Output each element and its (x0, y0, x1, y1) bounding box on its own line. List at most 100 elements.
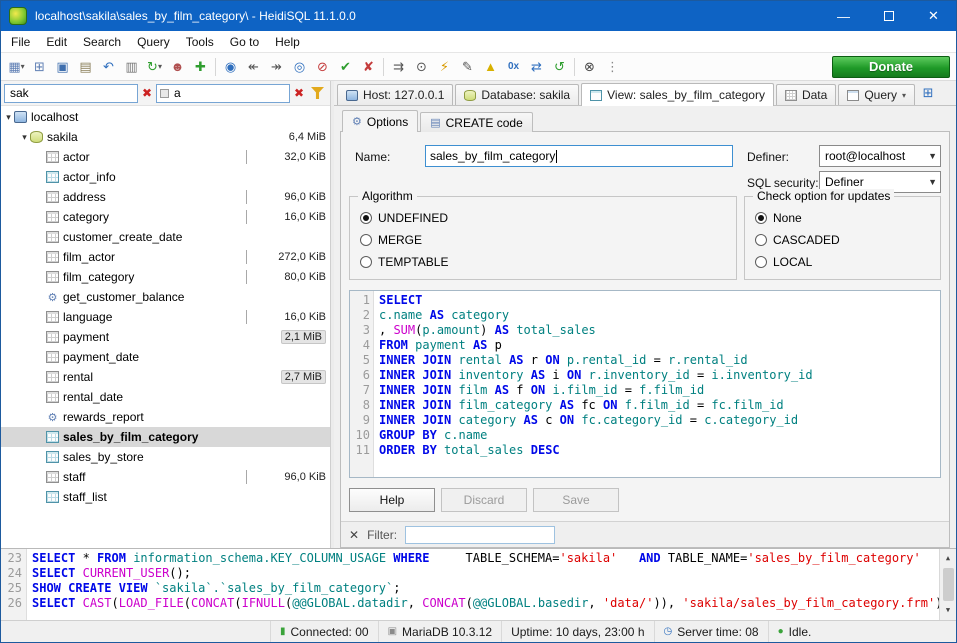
menu-help[interactable]: Help (267, 31, 308, 52)
paste-icon[interactable]: ▤ (74, 56, 97, 78)
subtab-create-code[interactable]: ▤CREATE code (420, 112, 533, 132)
edit-icon-glyph: ✎ (462, 60, 473, 73)
table-filter-funnel-icon[interactable] (311, 87, 324, 99)
radio-none[interactable]: None (755, 207, 930, 229)
log-scrollbar[interactable]: ▲ ▼ (939, 549, 956, 620)
go-first-icon[interactable]: ↞ (242, 56, 265, 78)
scroll-up-icon[interactable]: ▲ (946, 551, 950, 566)
export-icon[interactable]: ⇉ (387, 56, 410, 78)
grip-icon[interactable]: ⋮ (601, 56, 624, 78)
expand-arrow-icon[interactable]: ▾ (19, 132, 30, 143)
scroll-down-icon[interactable]: ▼ (946, 603, 950, 618)
scroll-thumb[interactable] (943, 568, 954, 601)
flash-icon-glyph: ⚡ (440, 60, 449, 73)
log-code[interactable]: SELECT * FROM information_schema.KEY_COL… (27, 549, 939, 620)
user-manager-icon[interactable]: ☻ (166, 56, 189, 78)
radio-local[interactable]: LOCAL (755, 251, 930, 273)
donate-button[interactable]: Donate (832, 56, 950, 78)
menu-file[interactable]: File (3, 31, 38, 52)
grid-filter-input[interactable] (405, 526, 555, 544)
session-filter-input[interactable] (8, 85, 134, 101)
tree-item-localhost[interactable]: ▾localhost (1, 107, 330, 127)
commit-icon[interactable]: ✔ (334, 56, 357, 78)
expand-arrow-icon[interactable]: ▾ (3, 112, 14, 123)
tree-item-get_customer_balance[interactable]: ⚙get_customer_balance (1, 287, 330, 307)
clear-filter-icon[interactable]: ✖ (292, 86, 306, 100)
rollback-icon[interactable]: ✘ (357, 56, 380, 78)
copy-icon[interactable]: ▣ (51, 56, 74, 78)
menu-query[interactable]: Query (129, 31, 178, 52)
stop-icon[interactable]: ⊘ (311, 56, 334, 78)
menu-search[interactable]: Search (75, 31, 129, 52)
size-bar: 2,7 MiB (281, 370, 326, 384)
sql-editor-code[interactable]: SELECTc.name AS category, SUM(p.amount) … (374, 291, 940, 477)
tree-item-rewards_report[interactable]: ⚙rewards_report (1, 407, 330, 427)
tree-item-customer_create_date[interactable]: customer_create_date (1, 227, 330, 247)
tree-item-address[interactable]: address96,0 KiB (1, 187, 330, 207)
radio-undefined[interactable]: UNDEFINED (360, 207, 726, 229)
menu-go-to[interactable]: Go to (222, 31, 267, 52)
cancel-icon[interactable]: ⊗ (578, 56, 601, 78)
tab-host[interactable]: Host: 127.0.0.1 (337, 84, 453, 105)
print-icon[interactable]: ▥ (120, 56, 143, 78)
tab-database[interactable]: Database: sakila (455, 84, 579, 105)
data-filter-bar: ✕ Filter: (341, 521, 949, 547)
radio-temptable[interactable]: TEMPTABLE (360, 251, 726, 273)
tree-item-language[interactable]: language16,0 KiB (1, 307, 330, 327)
table-filter-input[interactable] (172, 85, 286, 101)
flash-icon[interactable]: ⚡ (433, 56, 456, 78)
tree-item-actor_info[interactable]: actor_info (1, 167, 330, 187)
minimize-button[interactable]: — (821, 1, 866, 31)
close-filter-icon[interactable]: ✕ (349, 528, 359, 542)
tree-item-payment_date[interactable]: payment_date (1, 347, 330, 367)
connect-icon[interactable]: ◉ (219, 56, 242, 78)
discard-button[interactable]: Discard (441, 488, 527, 512)
tree-item-sales_by_film_category[interactable]: sales_by_film_category (1, 427, 330, 447)
tab-view[interactable]: View: sales_by_film_category (581, 83, 774, 106)
radio-cascaded[interactable]: CASCADED (755, 229, 930, 251)
help-button[interactable]: Help (349, 488, 435, 512)
tree-item-staff[interactable]: staff96,0 KiB (1, 467, 330, 487)
table-icon (46, 351, 59, 363)
tree-item-sakila[interactable]: ▾sakila6,4 MiB (1, 127, 330, 147)
tree-item-category[interactable]: category16,0 KiB (1, 207, 330, 227)
line-number: 3 (350, 323, 370, 338)
tab-data[interactable]: Data (776, 84, 836, 105)
session-manager-icon[interactable]: ▦▾ (5, 56, 28, 78)
view-name-input[interactable]: sales_by_film_category (425, 145, 733, 167)
find-icon[interactable]: ⊙ (410, 56, 433, 78)
reload-icon[interactable]: ↺ (548, 56, 571, 78)
maximize-button[interactable] (866, 1, 911, 31)
tree-item-film_category[interactable]: film_category80,0 KiB (1, 267, 330, 287)
create-new-icon[interactable]: ✚ (189, 56, 212, 78)
save-button[interactable]: Save (533, 488, 619, 512)
subtab-options[interactable]: ⚙Options (342, 110, 418, 132)
menu-tools[interactable]: Tools (178, 31, 222, 52)
clear-filter-icon[interactable]: ✖ (140, 86, 154, 100)
tree-item-film_actor[interactable]: film_actor272,0 KiB (1, 247, 330, 267)
tree-item-rental_date[interactable]: rental_date (1, 387, 330, 407)
tree-item-payment[interactable]: payment2,1 MiB (1, 327, 330, 347)
new-window-icon[interactable]: ⊞ (28, 56, 51, 78)
edit-icon[interactable]: ✎ (456, 56, 479, 78)
refresh-icon[interactable]: ↻▾ (143, 56, 166, 78)
tree-item-staff_list[interactable]: staff_list (1, 487, 330, 507)
close-button[interactable]: ✕ (911, 1, 956, 31)
swap-icon[interactable]: ⇄ (525, 56, 548, 78)
tree-item-rental[interactable]: rental2,7 MiB (1, 367, 330, 387)
highlight-icon[interactable]: ▲ (479, 56, 502, 78)
undo-icon[interactable]: ↶ (97, 56, 120, 78)
new-query-tab-button[interactable]: ⊞ (917, 83, 939, 103)
radio-merge[interactable]: MERGE (360, 229, 726, 251)
tree-item-actor[interactable]: actor32,0 KiB (1, 147, 330, 167)
session-filter-box[interactable] (4, 84, 138, 103)
table-filter-box[interactable] (156, 84, 290, 103)
go-last-icon[interactable]: ↠ (265, 56, 288, 78)
execute-icon[interactable]: ◎ (288, 56, 311, 78)
tree-item-sales_by_store[interactable]: sales_by_store (1, 447, 330, 467)
menu-edit[interactable]: Edit (38, 31, 75, 52)
hex-icon[interactable]: 0x (502, 56, 525, 78)
definer-combo[interactable]: root@localhost ▼ (819, 145, 941, 167)
tab-query[interactable]: Query▾ (838, 84, 915, 105)
user-manager-icon-glyph: ☻ (171, 60, 185, 73)
